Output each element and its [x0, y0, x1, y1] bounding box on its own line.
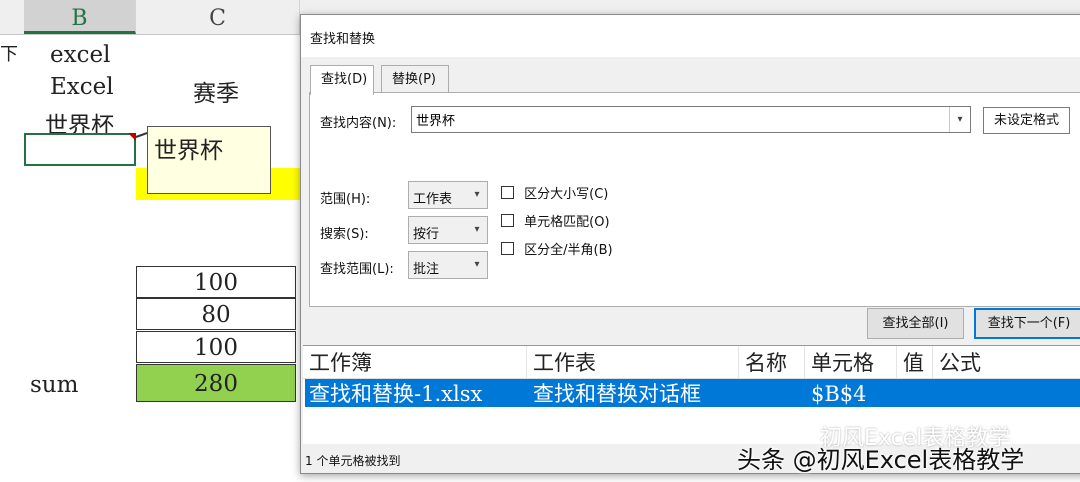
value-cell[interactable]: 100	[136, 331, 296, 363]
comment-indicator	[128, 133, 136, 141]
search-order-value: 按行	[413, 227, 440, 242]
match-case-checkbox[interactable]	[501, 186, 514, 199]
results-header: 工作簿 工作表 名称 单元格 值 公式	[303, 346, 1080, 379]
find-replace-dialog: 查找和替换 查找(D) 替换(P) 查找内容(N): ▾ 未设定格式 范围(H)…	[300, 14, 1080, 474]
value-cell[interactable]: 80	[136, 298, 296, 330]
sum-cell[interactable]: 280	[136, 364, 296, 402]
results-column-workbook[interactable]: 工作簿	[303, 346, 527, 378]
result-worksheet: 查找和替换对话框	[533, 382, 701, 406]
column-header-c[interactable]: C	[136, 0, 300, 34]
match-case-option[interactable]: 区分大小写(C)	[501, 183, 608, 203]
find-what-input[interactable]	[412, 107, 940, 131]
match-width-label: 区分全/半角(B)	[524, 243, 613, 258]
find-what-label: 查找内容(N):	[320, 116, 397, 131]
results-column-cell[interactable]: 单元格	[805, 346, 897, 378]
results-column-worksheet[interactable]: 工作表	[527, 346, 739, 378]
match-case-label: 区分大小写(C)	[524, 187, 609, 202]
scope-select[interactable]: 工作表 ▾	[408, 181, 488, 209]
results-column-name[interactable]: 名称	[739, 346, 805, 378]
find-what-combo[interactable]: ▾	[411, 106, 971, 133]
look-in-label: 查找范围(L):	[320, 262, 394, 277]
match-width-option[interactable]: 区分全/半角(B)	[501, 239, 613, 259]
comment-connector	[135, 131, 148, 138]
chevron-down-icon[interactable]: ▾	[467, 217, 487, 243]
tab-find[interactable]: 查找(D)	[310, 65, 374, 95]
cell-b-excel-lower[interactable]: excel	[50, 42, 110, 68]
look-in-value: 批注	[413, 262, 440, 277]
search-order-label: 搜索(S):	[320, 227, 369, 242]
chevron-down-icon[interactable]: ▾	[949, 107, 970, 132]
sum-label[interactable]: sum	[30, 372, 78, 398]
scope-label: 范围(H):	[320, 192, 371, 207]
cell-b-excel-upper[interactable]: Excel	[50, 74, 114, 100]
status-text: 1 个单元格被找到	[305, 454, 401, 468]
look-in-select[interactable]: 批注 ▾	[408, 251, 488, 279]
cell-comment-box[interactable]: 世界杯	[147, 126, 271, 194]
watermark-lower: 头条 @初风Excel表格教学	[737, 446, 1025, 474]
results-column-formula[interactable]: 公式	[933, 346, 1080, 378]
match-entire-cell-checkbox[interactable]	[501, 214, 514, 227]
result-workbook: 查找和替换-1.xlsx	[309, 382, 483, 406]
cell-c-season[interactable]: 赛季	[193, 74, 239, 108]
dialog-titlebar[interactable]: 查找和替换	[301, 15, 1080, 57]
result-row[interactable]: 查找和替换-1.xlsx 查找和替换对话框 $B$4	[305, 379, 1080, 407]
format-button[interactable]: 未设定格式	[983, 107, 1070, 134]
left-edge-fragment: 下	[0, 44, 18, 65]
column-header-b[interactable]: B	[24, 0, 136, 34]
value-cell[interactable]: 100	[136, 266, 296, 298]
result-cell: $B$4	[811, 382, 867, 406]
match-width-checkbox[interactable]	[501, 242, 514, 255]
scope-value: 工作表	[413, 192, 453, 207]
tab-replace[interactable]: 替换(P)	[381, 65, 449, 93]
dialog-title: 查找和替换	[310, 32, 376, 47]
results-column-value[interactable]: 值	[897, 346, 933, 378]
selected-cell-b4[interactable]	[24, 133, 136, 166]
match-entire-cell-option[interactable]: 单元格匹配(O)	[501, 211, 610, 231]
search-order-select[interactable]: 按行 ▾	[408, 216, 488, 244]
chevron-down-icon[interactable]: ▾	[467, 182, 487, 208]
find-all-button[interactable]: 查找全部(I)	[867, 308, 964, 339]
find-next-button[interactable]: 查找下一个(F)	[974, 308, 1080, 339]
match-entire-cell-label: 单元格匹配(O)	[524, 215, 610, 230]
chevron-down-icon[interactable]: ▾	[467, 252, 487, 278]
